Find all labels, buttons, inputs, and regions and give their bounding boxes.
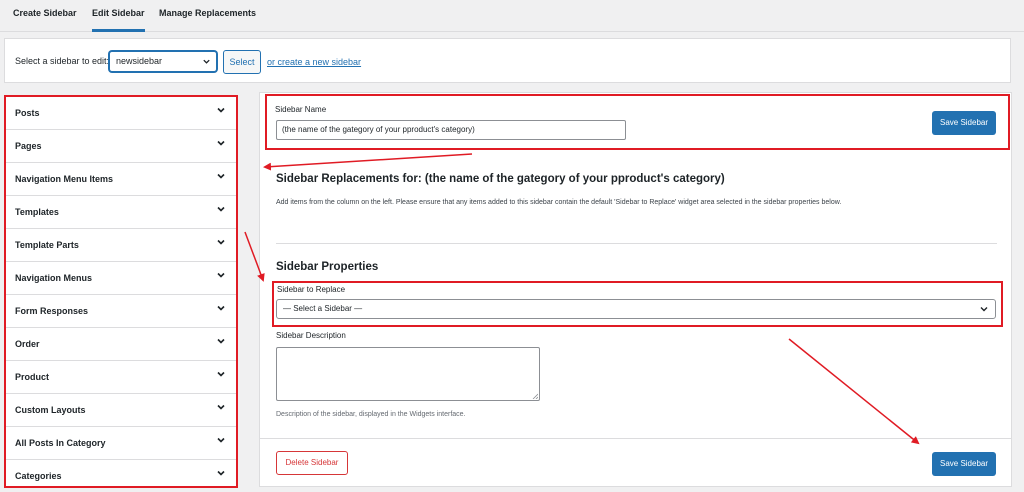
chevron-down-icon (216, 435, 226, 445)
accordion-item-label: Templates (15, 207, 59, 217)
sidebar-description-label: Sidebar Description (276, 331, 346, 340)
delete-sidebar-button[interactable]: Delete Sidebar (276, 451, 348, 475)
select-button[interactable]: Select (223, 50, 261, 74)
accordion-item-label: Template Parts (15, 240, 79, 250)
sidebar-name-input[interactable]: (the name of the gategory of your pprodu… (276, 120, 626, 140)
sidebar-description-textarea[interactable] (276, 347, 540, 401)
chevron-down-icon (216, 468, 226, 478)
nav-tabs: Create Sidebar Edit Sidebar Manage Repla… (0, 0, 1024, 32)
accordion-item[interactable]: Custom Layouts (6, 394, 236, 427)
save-sidebar-button-bottom[interactable]: Save Sidebar (932, 452, 996, 476)
accordion-item[interactable]: Order (6, 328, 236, 361)
sidebar-dropdown[interactable]: newsidebar (109, 51, 217, 72)
accordion-item[interactable]: Categories (6, 460, 236, 492)
accordion-item-label: Posts (15, 108, 40, 118)
properties-title: Sidebar Properties (276, 261, 379, 273)
accordion-item[interactable]: Template Parts (6, 229, 236, 262)
chevron-down-icon (216, 204, 226, 214)
sidebar-name-label: Sidebar Name (275, 105, 327, 114)
sidebar-dropdown-value: newsidebar (116, 56, 163, 66)
accordion-item[interactable]: Templates (6, 196, 236, 229)
accordion-item-label: Categories (15, 471, 62, 481)
sidebar-description-help: Description of the sidebar, displayed in… (276, 411, 466, 418)
footer-divider (260, 438, 1011, 439)
accordion-item[interactable]: Pages (6, 130, 236, 163)
accordion-item-label: Navigation Menu Items (15, 174, 114, 184)
accordion-item-label: Order (15, 339, 40, 349)
replacements-description: Add items from the column on the left. P… (276, 199, 842, 206)
accordion-item-label: All Posts In Category (15, 438, 106, 448)
chevron-down-icon (216, 369, 226, 379)
chevron-down-icon (216, 171, 226, 181)
tab-manage-replacements[interactable]: Manage Replacements (159, 0, 256, 32)
sidebar-to-replace-select[interactable]: — Select a Sidebar — (276, 299, 996, 319)
sidebar-to-replace-value: — Select a Sidebar — (283, 304, 363, 313)
select-sidebar-label: Select a sidebar to edit: (15, 56, 110, 66)
sidebar-selector-bar: Select a sidebar to edit: newsidebar Sel… (4, 38, 1011, 83)
chevron-down-icon (216, 138, 226, 148)
accordion-item[interactable]: Navigation Menu Items (6, 163, 236, 196)
section-divider (276, 243, 997, 244)
tab-create-sidebar[interactable]: Create Sidebar (13, 0, 77, 32)
create-new-sidebar-link[interactable]: or create a new sidebar (267, 57, 361, 67)
sidebar-to-replace-label: Sidebar to Replace (277, 285, 346, 294)
chevron-down-icon (216, 105, 226, 115)
resize-handle-icon[interactable] (532, 393, 538, 399)
tab-edit-sidebar[interactable]: Edit Sidebar (92, 0, 145, 32)
accordion-item-label: Custom Layouts (15, 405, 86, 415)
chevron-down-icon (216, 336, 226, 346)
accordion-item-label: Pages (15, 141, 42, 151)
accordion-item-label: Navigation Menus (15, 273, 93, 283)
accordion-item[interactable]: Posts (6, 97, 236, 130)
accordion-item-label: Form Responses (15, 306, 89, 316)
accordion-item[interactable]: All Posts In Category (6, 427, 236, 460)
chevron-down-icon (216, 402, 226, 412)
chevron-down-icon (216, 270, 226, 280)
items-accordion: Posts Pages Navigation Menu Items Templates… (4, 95, 238, 488)
accordion-item[interactable]: Navigation Menus (6, 262, 236, 295)
accordion-item-label: Product (15, 372, 50, 382)
chevron-down-icon (216, 237, 226, 247)
chevron-down-icon (216, 303, 226, 313)
chevron-down-icon (202, 52, 211, 66)
accordion-item[interactable]: Form Responses (6, 295, 236, 328)
replacements-title: Sidebar Replacements for: (the name of t… (276, 173, 725, 185)
save-sidebar-button-top[interactable]: Save Sidebar (932, 111, 996, 135)
chevron-down-icon (979, 304, 989, 314)
accordion-item[interactable]: Product (6, 361, 236, 394)
